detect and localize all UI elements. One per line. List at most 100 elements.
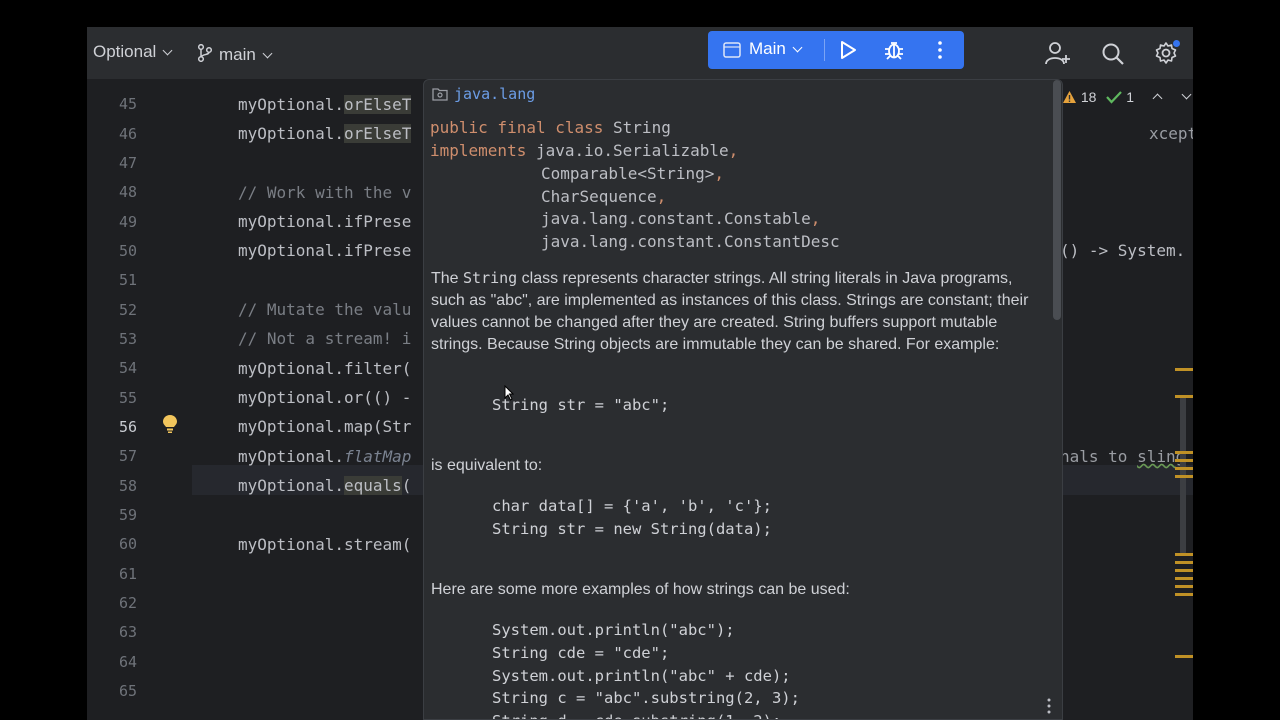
class-signature-line: java.lang.constant.ConstantDesc: [541, 232, 840, 251]
code-line: myOptional.orElseT: [238, 124, 412, 143]
line-number: 57: [118, 447, 137, 465]
separator: [824, 39, 825, 61]
code-example: String d = cde.substring(1, 2);: [492, 710, 781, 719]
warning-marker[interactable]: [1175, 569, 1193, 572]
mouse-cursor-icon: [504, 385, 514, 401]
chevron-up-icon[interactable]: [1152, 93, 1163, 104]
class-signature-line: Comparable<String>,: [541, 164, 725, 183]
warning-marker[interactable]: [1175, 451, 1193, 454]
line-number: 63: [118, 623, 137, 641]
line-number: 59: [118, 506, 137, 524]
code-example: String cde = "cde";: [492, 644, 670, 662]
line-number: 61: [118, 565, 137, 583]
code-line: myOptional.ifPrese: [238, 241, 412, 260]
popup-more-button[interactable]: [1047, 698, 1051, 718]
class-description: The String class represents character st…: [431, 269, 1029, 353]
code-comment: // Mutate the valu: [238, 300, 412, 319]
line-number: 48: [118, 183, 137, 201]
code-line: myOptional.flatMap: [238, 447, 412, 466]
class-signature-line: CharSequence,: [541, 187, 667, 206]
project-selector[interactable]: Optional: [93, 42, 173, 62]
code-example: String str = "abc";: [492, 396, 670, 414]
run-config-selector[interactable]: Main: [749, 39, 803, 59]
code-example: char data[] = {'a', 'b', 'c'};: [492, 497, 772, 515]
warning-marker[interactable]: [1175, 553, 1193, 556]
settings-button[interactable]: [1153, 40, 1180, 66]
doc-text: is equivalent to:: [431, 457, 543, 474]
git-branch-icon: [197, 43, 213, 63]
run-widget: Main: [708, 31, 964, 69]
line-number: 49: [118, 213, 137, 231]
code-line: myOptional.or(() -: [238, 388, 412, 407]
warning-count: 18: [1080, 89, 1097, 105]
more-vertical-icon: [1047, 698, 1051, 714]
warning-marker[interactable]: [1175, 655, 1193, 658]
code-line-tail: nals to sling: [1060, 447, 1186, 466]
line-number: 46: [118, 125, 137, 143]
warning-marker[interactable]: [1175, 585, 1193, 588]
doc-text: Here are some more examples of how strin…: [431, 581, 850, 598]
warning-marker[interactable]: [1175, 368, 1193, 371]
more-actions-button[interactable]: [930, 39, 950, 61]
line-number: 52: [118, 301, 137, 319]
package-header: java.lang: [432, 84, 535, 104]
warning-marker[interactable]: [1175, 395, 1193, 398]
package-name: java.lang: [454, 85, 536, 103]
inspection-status[interactable]: 18 1: [1062, 88, 1192, 108]
line-number: 47: [118, 154, 137, 172]
code-line-tail: () -> System.: [1060, 241, 1186, 260]
code-line-tail: xception): [1149, 124, 1193, 143]
more-vertical-icon: [938, 41, 942, 59]
code-line: myOptional.ifPrese: [238, 212, 412, 231]
check-count: 1: [1126, 89, 1135, 105]
line-number: 62: [118, 594, 137, 612]
line-number: 64: [118, 653, 137, 671]
code-comment: // Work with the v: [238, 183, 412, 202]
class-signature-line: public final class String: [430, 118, 671, 137]
warning-marker[interactable]: [1175, 561, 1193, 564]
code-line: myOptional.stream(: [238, 535, 412, 554]
warning-marker[interactable]: [1175, 459, 1193, 462]
line-number: 65: [118, 682, 137, 700]
line-number: 45: [118, 95, 137, 113]
popup-scrollbar[interactable]: [1053, 80, 1061, 320]
code-line: myOptional.orElseT: [238, 95, 412, 114]
run-config-icon: [722, 41, 742, 59]
quick-documentation-popup[interactable]: java.lang public final class String impl…: [423, 79, 1063, 720]
code-comment: // Not a stream! i: [238, 329, 412, 348]
code-line: myOptional.equals(: [238, 476, 412, 495]
warning-marker[interactable]: [1175, 593, 1193, 596]
chevron-down-icon[interactable]: [1181, 89, 1192, 100]
class-signature-line: implements java.io.Serializable,: [430, 141, 739, 160]
code-example: System.out.println("abc");: [492, 621, 735, 639]
check-icon: [1106, 91, 1123, 104]
line-number: 55: [118, 389, 137, 407]
chevron-down-icon: [792, 42, 803, 53]
add-user-button[interactable]: [1045, 40, 1071, 66]
run-config-name: Main: [749, 39, 786, 58]
search-button[interactable]: [1100, 41, 1126, 67]
search-icon: [1102, 43, 1124, 65]
line-number: 53: [118, 330, 137, 348]
line-number: 51: [118, 271, 137, 289]
add-user-icon: [1045, 42, 1070, 65]
warning-icon: [1063, 91, 1076, 103]
run-button[interactable]: [836, 39, 860, 61]
code-line: myOptional.filter(: [238, 359, 412, 378]
line-number: 50: [118, 242, 137, 260]
bug-icon: [885, 42, 903, 60]
code-example: String str = new String(data);: [492, 520, 772, 538]
code-example: System.out.println("abc" + cde);: [492, 667, 791, 685]
line-number: 54: [118, 359, 137, 377]
line-number-current: 56: [118, 418, 137, 436]
warning-marker[interactable]: [1175, 467, 1193, 470]
branch-selector[interactable]: main: [197, 42, 273, 65]
warning-marker[interactable]: [1175, 577, 1193, 580]
main-toolbar: Optional main Main: [87, 27, 1193, 79]
intention-bulb-button[interactable]: [162, 414, 178, 438]
play-icon: [841, 41, 856, 59]
warning-marker[interactable]: [1175, 475, 1193, 478]
package-icon: [432, 88, 448, 101]
chevron-down-icon: [162, 45, 173, 56]
debug-button[interactable]: [882, 39, 906, 61]
